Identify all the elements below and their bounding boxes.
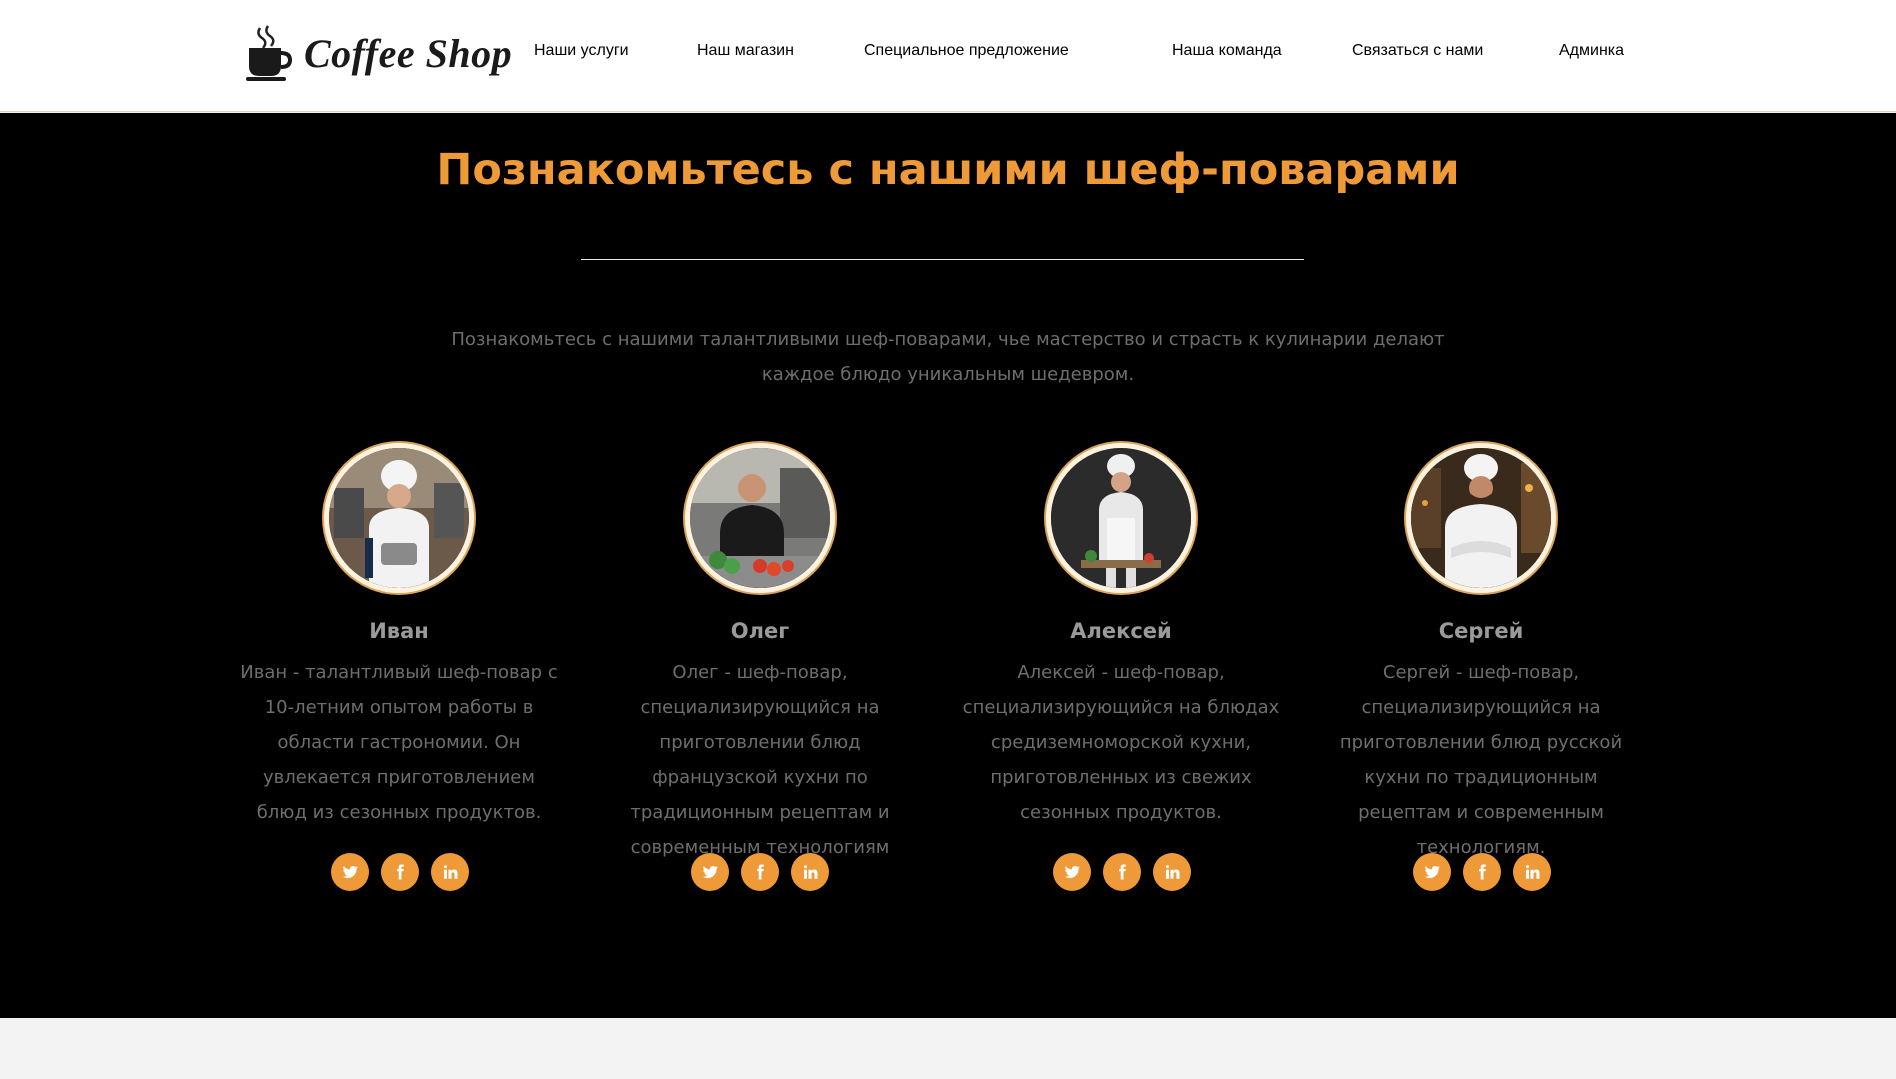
nav-team[interactable]: Наша команда — [1172, 42, 1282, 60]
team-description: Познакомьтесь с нашими талантливыми шеф-… — [451, 329, 1445, 385]
linkedin-icon[interactable] — [791, 853, 829, 891]
member-name: Олег — [730, 619, 790, 643]
avatar — [685, 443, 835, 593]
team-member-card: Олег Олег - шеф-повар, специализирующийс… — [595, 443, 925, 865]
chef-photo — [1411, 448, 1551, 588]
coffee-cup-icon — [246, 25, 292, 81]
facebook-icon[interactable] — [1103, 853, 1141, 891]
member-socials — [1053, 853, 1203, 891]
nav-shop[interactable]: Наш магазин — [697, 42, 794, 60]
avatar — [324, 443, 474, 593]
linkedin-icon[interactable] — [1153, 853, 1191, 891]
team-title: Познакомьтесь с нашими шеф-поварами — [436, 145, 1460, 195]
avatar — [1046, 443, 1196, 593]
nav-admin[interactable]: Админка — [1559, 42, 1624, 60]
linkedin-icon[interactable] — [1513, 853, 1551, 891]
member-bio: Иван - талантливый шеф-повар с 10-летним… — [240, 662, 558, 823]
twitter-icon[interactable] — [691, 853, 729, 891]
chef-photo — [690, 448, 830, 588]
chef-photo — [1051, 448, 1191, 588]
member-name: Сергей — [1438, 619, 1524, 643]
nav-services[interactable]: Наши услуги — [534, 42, 629, 60]
team-member-card: Сергей Сергей - шеф-повар, специализирую… — [1316, 443, 1646, 865]
team-member-card: Иван Иван - талантливый шеф-повар с 10-л… — [234, 443, 564, 830]
facebook-icon[interactable] — [1463, 853, 1501, 891]
twitter-icon[interactable] — [1413, 853, 1451, 891]
member-bio: Олег - шеф-повар, специализирующийся на … — [630, 662, 890, 858]
member-socials — [691, 853, 841, 891]
site-logo[interactable]: Coffee Shop — [246, 24, 512, 82]
member-socials — [1413, 853, 1563, 891]
twitter-icon[interactable] — [331, 853, 369, 891]
brand-name: Coffee Shop — [304, 30, 513, 76]
member-socials — [331, 853, 481, 891]
facebook-icon[interactable] — [381, 853, 419, 891]
site-header: Coffee Shop Наши услуги Наш магазин Спец… — [0, 0, 1896, 112]
nav-special-offer[interactable]: Специальное предложение — [864, 42, 1069, 60]
avatar — [1406, 443, 1556, 593]
member-bio: Алексей - шеф-повар, специализирующийся … — [962, 662, 1280, 823]
chef-photo — [329, 448, 469, 588]
title-divider — [581, 259, 1304, 260]
member-name: Алексей — [1070, 619, 1172, 643]
linkedin-icon[interactable] — [431, 853, 469, 891]
member-bio: Сергей - шеф-повар, специализирующийся н… — [1339, 662, 1623, 858]
member-name: Иван — [369, 619, 429, 643]
twitter-icon[interactable] — [1053, 853, 1091, 891]
team-member-card: Алексей Алексей - шеф-повар, специализир… — [956, 443, 1286, 830]
nav-contact[interactable]: Связаться с нами — [1352, 42, 1483, 60]
facebook-icon[interactable] — [741, 853, 779, 891]
